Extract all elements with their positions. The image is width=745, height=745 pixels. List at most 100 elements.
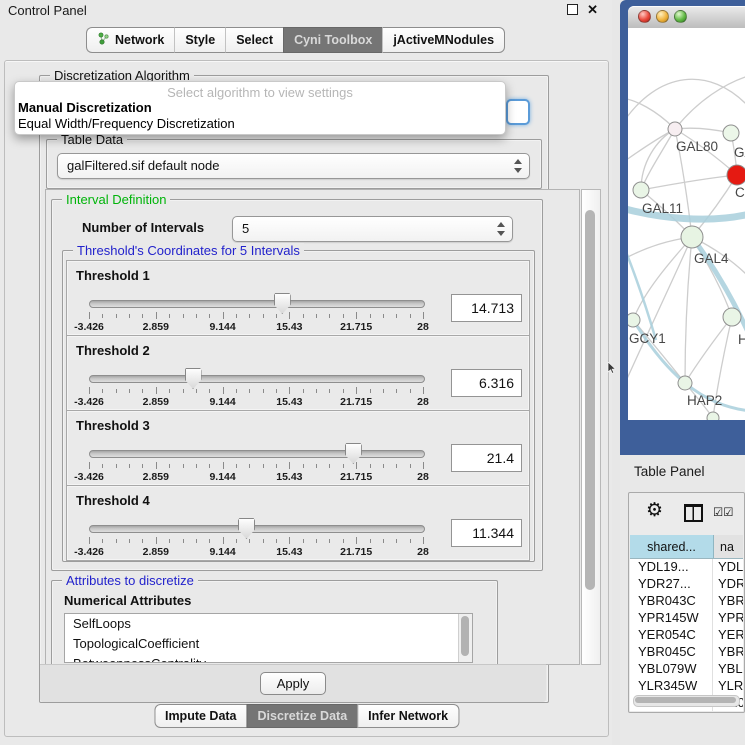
column-header-name[interactable]: na <box>714 535 743 558</box>
slider-thumb[interactable] <box>345 443 362 464</box>
attributes-list[interactable]: SelfLoopsTopologicalCoefficientBetweenne… <box>64 613 473 663</box>
algorithm-combobox-fragment[interactable] <box>506 99 530 125</box>
threshold-value-input[interactable] <box>451 294 522 322</box>
tab-network[interactable]: Network <box>86 27 174 53</box>
table-row[interactable]: YPR145WYPR1 <box>630 610 743 627</box>
threshold-value-input[interactable] <box>451 369 522 397</box>
table-data-select[interactable]: galFiltered.sif default node <box>57 153 530 179</box>
cell-name[interactable]: YLR3 <box>713 678 743 695</box>
tab-style[interactable]: Style <box>174 27 225 53</box>
network-edge[interactable] <box>628 237 692 390</box>
network-edge[interactable] <box>633 237 692 320</box>
attribute-item-selfloops[interactable]: SelfLoops <box>65 614 472 634</box>
table-row[interactable]: YBR045CYBR0 <box>630 644 743 661</box>
slider-scale-labels: -3.4262.8599.14415.4321.71528 <box>89 471 423 483</box>
network-node-hap2[interactable] <box>678 376 692 390</box>
cell-name[interactable]: YER0 <box>713 627 743 644</box>
cell-shared-name[interactable]: YBR043C <box>630 593 713 610</box>
threshold-value-input[interactable] <box>451 444 522 472</box>
apply-button[interactable]: Apply <box>260 672 326 695</box>
scale-label: 2.859 <box>143 546 169 558</box>
table-row[interactable]: YLR345WYLR3 <box>630 678 743 695</box>
cell-shared-name[interactable]: YPR145W <box>630 610 713 627</box>
cell-shared-name[interactable]: YDR27... <box>630 576 713 593</box>
cell-name[interactable]: YPR1 <box>713 610 743 627</box>
network-edge[interactable] <box>675 76 745 129</box>
threshold-value-input[interactable] <box>451 519 522 547</box>
threshold-row: Threshold 1 -3.4262.8599.14415.4321.7152… <box>66 260 530 336</box>
cell-name[interactable]: YBL0 <box>713 661 743 678</box>
cell-name[interactable]: YDL1 <box>713 559 743 576</box>
attribute-item-topologicalcoefficient[interactable]: TopologicalCoefficient <box>65 634 472 654</box>
network-node-gcy1[interactable] <box>628 313 640 327</box>
bottom-tab-infer-network[interactable]: Infer Network <box>357 704 459 728</box>
bottom-tab-discretize-data[interactable]: Discretize Data <box>247 704 358 728</box>
close-traffic-light-icon[interactable] <box>638 10 651 23</box>
thresholds-group: Threshold's Coordinates for 5 Intervals … <box>62 250 535 562</box>
cell-shared-name[interactable]: YLR345W <box>630 678 713 695</box>
number-of-intervals-select[interactable]: 5 <box>232 216 513 242</box>
slider-track[interactable] <box>89 300 425 308</box>
cell-name[interactable]: YDR2 <box>713 576 743 593</box>
tab-jactivemnodules[interactable]: jActiveMNodules <box>382 27 505 53</box>
network-edge[interactable] <box>628 79 745 124</box>
minimize-traffic-light-icon[interactable] <box>656 10 669 23</box>
tab-select[interactable]: Select <box>225 27 283 53</box>
zoom-traffic-light-icon[interactable] <box>674 10 687 23</box>
float-window-icon[interactable] <box>567 4 578 15</box>
network-window-titlebar[interactable] <box>628 6 745 29</box>
network-canvas[interactable]: GAL80GACGAL11GAL4GCY1HHAP2 <box>628 28 745 420</box>
network-edge[interactable] <box>641 175 737 190</box>
table-panel-toolbar: ⚙ ☑☑ <box>629 493 744 534</box>
slider-track[interactable] <box>89 375 425 383</box>
table-row[interactable]: YBR043CYBR0 <box>630 593 743 610</box>
network-edge[interactable] <box>685 237 692 383</box>
horizontal-scrollbar[interactable] <box>633 695 740 707</box>
close-icon[interactable]: ✕ <box>587 4 598 15</box>
vertical-scrollbar[interactable] <box>581 189 601 665</box>
attribute-item-betweennesscentrality[interactable]: BetweennessCentrality <box>65 654 472 663</box>
table-row[interactable]: YDL19...YDL1 <box>630 559 743 576</box>
network-edge[interactable] <box>628 98 675 129</box>
cell-shared-name[interactable]: YBL079W <box>630 661 713 678</box>
algorithm-dropdown: Select algorithm to view settings Manual… <box>14 81 506 135</box>
dropdown-item-manual-discretization[interactable]: Manual Discretization <box>15 100 505 116</box>
network-node-ga[interactable] <box>723 125 739 141</box>
vertical-scrollbar-thumb[interactable] <box>585 210 595 590</box>
slider-thumb[interactable] <box>274 293 291 314</box>
checkboxes-icon[interactable]: ☑☑ <box>713 505 734 519</box>
gear-icon[interactable]: ⚙ <box>646 499 663 521</box>
tab-cyni-toolbox[interactable]: Cyni Toolbox <box>283 27 382 53</box>
slider-track[interactable] <box>89 525 425 533</box>
network-node-gal80[interactable] <box>668 122 682 136</box>
split-column-icon[interactable] <box>684 504 703 522</box>
dropdown-item-equal-width-frequency-discretization[interactable]: Equal Width/Frequency Discretization <box>15 116 505 132</box>
slider-thumb[interactable] <box>185 368 202 389</box>
horizontal-scrollbar-thumb[interactable] <box>635 697 736 703</box>
slider-track[interactable] <box>89 450 425 458</box>
scale-label: 15.43 <box>276 396 302 408</box>
table-row[interactable]: YBL079WYBL0 <box>630 661 743 678</box>
attributes-list-scrollbar[interactable] <box>458 614 472 662</box>
slider-thumb[interactable] <box>238 518 255 539</box>
cell-shared-name[interactable]: YER054C <box>630 627 713 644</box>
threshold-row: Threshold 3 -3.4262.8599.14415.4321.7152… <box>66 410 530 486</box>
cell-shared-name[interactable]: YDL19... <box>630 559 713 576</box>
network-node-gal11[interactable] <box>633 182 649 198</box>
threshold-slider: -3.4262.8599.14415.4321.71528 <box>89 295 423 333</box>
scale-label: 15.43 <box>276 321 302 333</box>
table-row[interactable]: YER054CYER0 <box>630 627 743 644</box>
cell-name[interactable]: YBR0 <box>713 593 743 610</box>
network-node-h[interactable] <box>723 308 741 326</box>
table-row[interactable]: YDR27...YDR2 <box>630 576 743 593</box>
network-node-c[interactable] <box>727 165 745 185</box>
network-node[interactable] <box>707 412 719 420</box>
network-node-gal4[interactable] <box>681 226 703 248</box>
network-window: GAL80GACGAL11GAL4GCY1HHAP2 <box>620 0 745 455</box>
scale-label: 9.144 <box>209 396 235 408</box>
bottom-tab-impute-data[interactable]: Impute Data <box>154 704 247 728</box>
column-header-shared[interactable]: shared... <box>630 535 714 558</box>
cell-name[interactable]: YBR0 <box>713 644 743 661</box>
cell-shared-name[interactable]: YBR045C <box>630 644 713 661</box>
threshold-label: Threshold 1 <box>76 268 150 283</box>
